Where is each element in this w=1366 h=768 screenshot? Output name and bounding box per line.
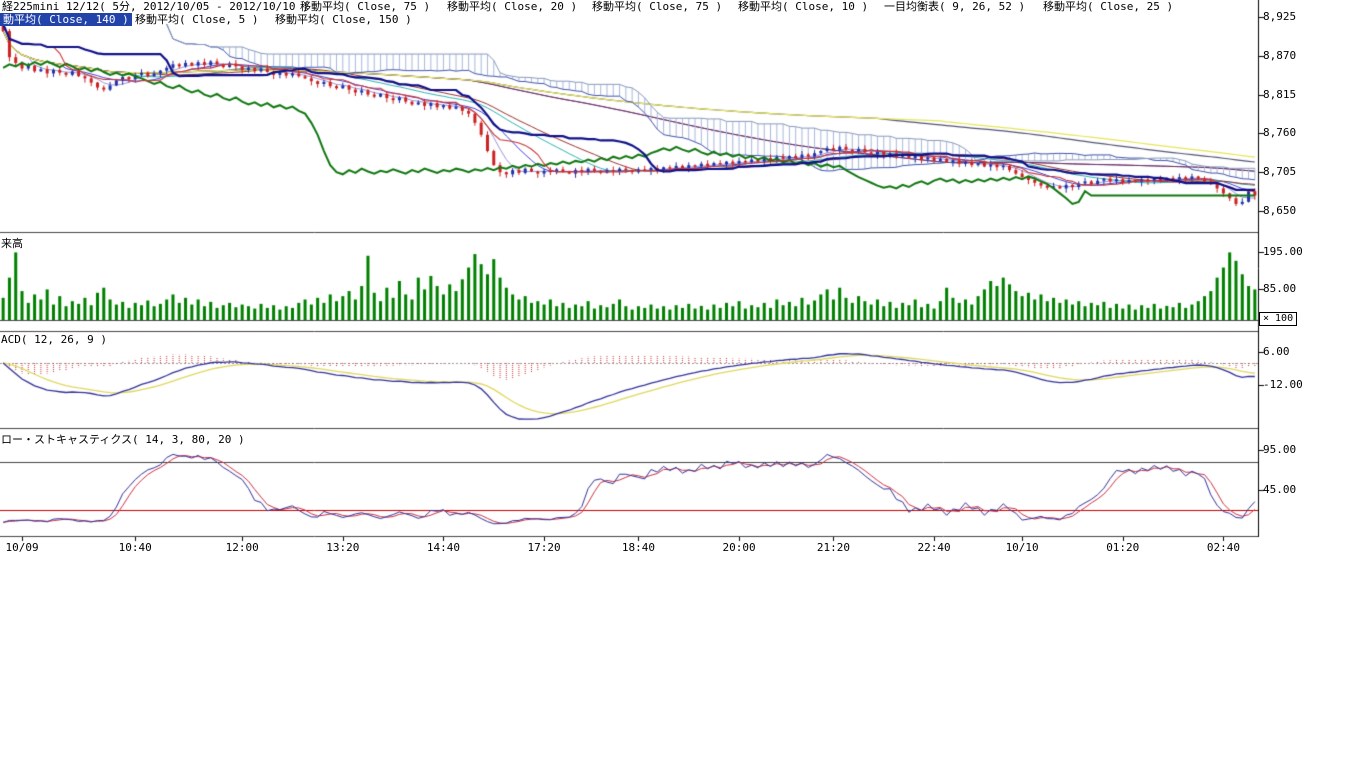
time-axis-label: 10:40 (112, 542, 158, 554)
time-axis-label: 13:20 (320, 542, 366, 554)
time-axis-label: 14:40 (420, 542, 466, 554)
legend-indicator-r1-1[interactable]: 移動平均( Close, 75 ) (300, 0, 430, 13)
legend-indicator-r1-2[interactable]: 移動平均( Close, 20 ) (447, 0, 577, 13)
stoch-pane-label: ロー・ストキャスティクス( 14, 3, 80, 20 ) (1, 434, 245, 446)
time-axis-label: 10/09 (0, 542, 45, 554)
volume-multiplier-badge: × 100 (1259, 312, 1297, 326)
time-axis-label: 10/10 (999, 542, 1045, 554)
legend-indicator-r1-6[interactable]: 移動平均( Close, 25 ) (1043, 0, 1173, 13)
legend-indicator-r2-2[interactable]: 移動平均( Close, 5 ) (135, 13, 258, 26)
time-axis-label: 22:40 (911, 542, 957, 554)
time-axis-label: 20:00 (716, 542, 762, 554)
chart-title[interactable]: 経225mini 12/12( 5分, 2012/10/05 - 2012/10… (2, 0, 309, 13)
legend-indicator-r1-5[interactable]: 一目均衡表( 9, 26, 52 ) (884, 0, 1025, 13)
price-axis-label: 8,705 (1263, 166, 1296, 178)
price-axis-label: 8,870 (1263, 50, 1296, 62)
macd-pane-label: ACD( 12, 26, 9 ) (1, 334, 107, 346)
legend-indicator-r2-3[interactable]: 移動平均( Close, 150 ) (275, 13, 412, 26)
chart-application-window: 経225mini 12/12( 5分, 2012/10/05 - 2012/10… (0, 0, 1366, 768)
macd-axis-label: -12.00 (1263, 379, 1303, 391)
legend-indicator-r1-3[interactable]: 移動平均( Close, 75 ) (592, 0, 722, 13)
volume-axis-label: 85.00 (1263, 283, 1296, 295)
legend-indicator-r2-1[interactable]: 動平均( Close, 140 ) (0, 13, 132, 26)
volume-axis-label: 195.00 (1263, 246, 1303, 258)
stoch-axis-label: 95.00 (1263, 444, 1296, 456)
price-axis-label: 8,760 (1263, 127, 1296, 139)
legend-indicator-r1-4[interactable]: 移動平均( Close, 10 ) (738, 0, 868, 13)
time-axis-label: 18:40 (615, 542, 661, 554)
chart-canvas[interactable] (0, 0, 1366, 768)
macd-axis-label: 6.00 (1263, 346, 1290, 358)
price-axis-label: 8,925 (1263, 11, 1296, 23)
price-axis-label: 8,650 (1263, 205, 1296, 217)
stoch-axis-label: 45.00 (1263, 484, 1296, 496)
time-axis-label: 01:20 (1100, 542, 1146, 554)
volume-pane-label: 来高 (1, 238, 23, 250)
time-axis-label: 12:00 (219, 542, 265, 554)
price-axis-label: 8,815 (1263, 89, 1296, 101)
time-axis-label: 21:20 (810, 542, 856, 554)
time-axis-label: 02:40 (1200, 542, 1246, 554)
time-axis-label: 17:20 (521, 542, 567, 554)
